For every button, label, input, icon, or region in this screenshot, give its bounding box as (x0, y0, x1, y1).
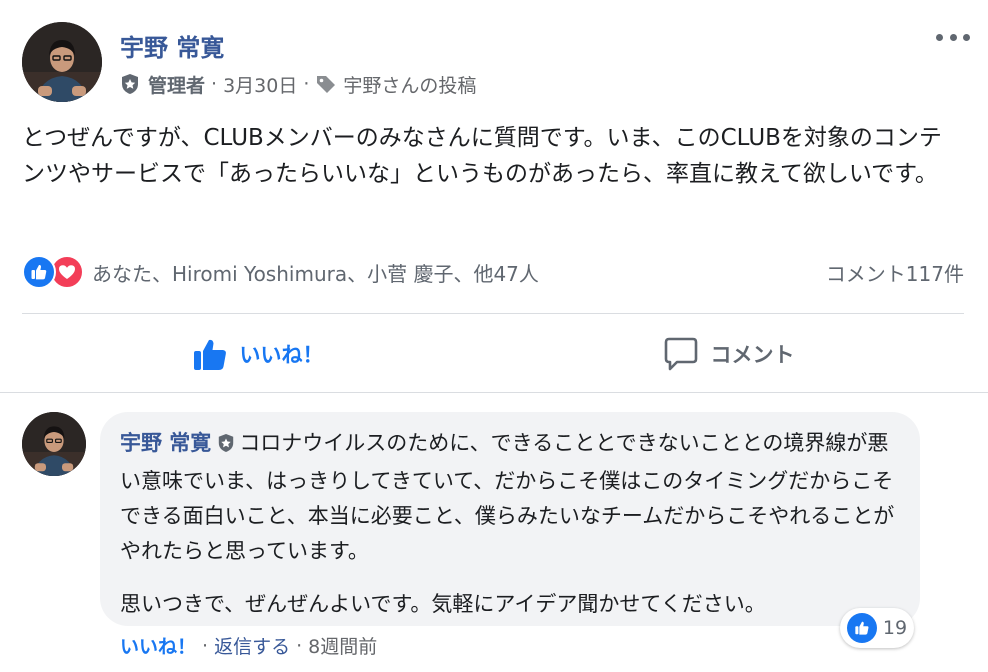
meta-separator: · (296, 634, 303, 657)
thumbs-up-icon (846, 613, 877, 643)
commenter-avatar[interactable] (22, 412, 86, 476)
post-meta: 管理者 · 3月30日 · 宇野さんの投稿 (120, 70, 476, 98)
post-actions-bar: いいね！ コメント (22, 322, 964, 386)
more-dots-icon (949, 33, 957, 41)
comment-like-button[interactable]: いいね！ (120, 632, 196, 659)
admin-shield-icon (217, 429, 235, 464)
post-date[interactable]: 3月30日 (223, 71, 297, 98)
divider (22, 313, 964, 314)
comment-body-first: コロナウイルスのために、できることとできないこととの境界線が悪い意味でいま、はっ… (120, 431, 895, 563)
comment-reply-button[interactable]: 返信する (214, 632, 290, 659)
comment-actions: いいね！ · 返信する · 8週間前 (120, 632, 377, 659)
post-card: 宇野 常寛 管理者 · 3月30日 · 宇野さんの投稿 とつぜんですが、CLUB… (0, 0, 988, 672)
post-topic-tag[interactable]: 宇野さんの投稿 (343, 71, 476, 98)
tag-icon (315, 74, 337, 94)
meta-separator: · (202, 634, 209, 657)
like-button[interactable]: いいね！ (22, 322, 493, 386)
author-avatar[interactable] (22, 22, 102, 102)
comment-text-first: 宇野 常寛 コロナウイルスのために、できることとできないこととの境界線が悪い意味で… (120, 426, 898, 569)
comment-reaction-number: 19 (882, 617, 908, 639)
reaction-icons[interactable] (22, 255, 84, 289)
comment-button[interactable]: コメント (493, 322, 964, 386)
comment-reaction-count[interactable]: 19 (840, 608, 914, 648)
thumbs-up-icon (193, 339, 226, 370)
thumbs-up-icon (22, 255, 56, 289)
comment-author-name[interactable]: 宇野 常寛 (120, 431, 211, 455)
comment-count-link[interactable]: コメント117件 (826, 258, 964, 287)
more-dots-icon (936, 33, 943, 41)
comment-button-label: コメント (710, 343, 795, 367)
post-author-name[interactable]: 宇野 常寛 (120, 28, 224, 63)
admin-shield-icon (120, 73, 140, 95)
admin-role-label[interactable]: 管理者 (148, 71, 205, 98)
meta-separator: · (303, 73, 310, 95)
divider (0, 392, 988, 393)
like-button-label: いいね！ (239, 343, 324, 367)
more-options-button[interactable] (936, 30, 970, 44)
more-dots-icon (963, 33, 970, 41)
reactions-row: あなた、Hiromi Yoshimura、小菅 慶子、他47人 コメント117件 (22, 252, 964, 292)
meta-separator: · (211, 73, 218, 95)
comment-bubble: 宇野 常寛 コロナウイルスのために、できることとできないこととの境界線が悪い意味で… (100, 412, 920, 626)
comment-timestamp[interactable]: 8週間前 (308, 632, 377, 659)
post-body-text: とつぜんですが、CLUBメンバーのみなさんに質問です。いま、このCLUBを対象の… (22, 125, 942, 187)
speech-bubble-icon (664, 337, 697, 371)
reactions-summary[interactable]: あなた、Hiromi Yoshimura、小菅 慶子、他47人 (92, 258, 539, 287)
comment-body-second: 思いつきで、ぜんぜんよいです。気軽にアイデア聞かせてください。 (120, 592, 766, 616)
